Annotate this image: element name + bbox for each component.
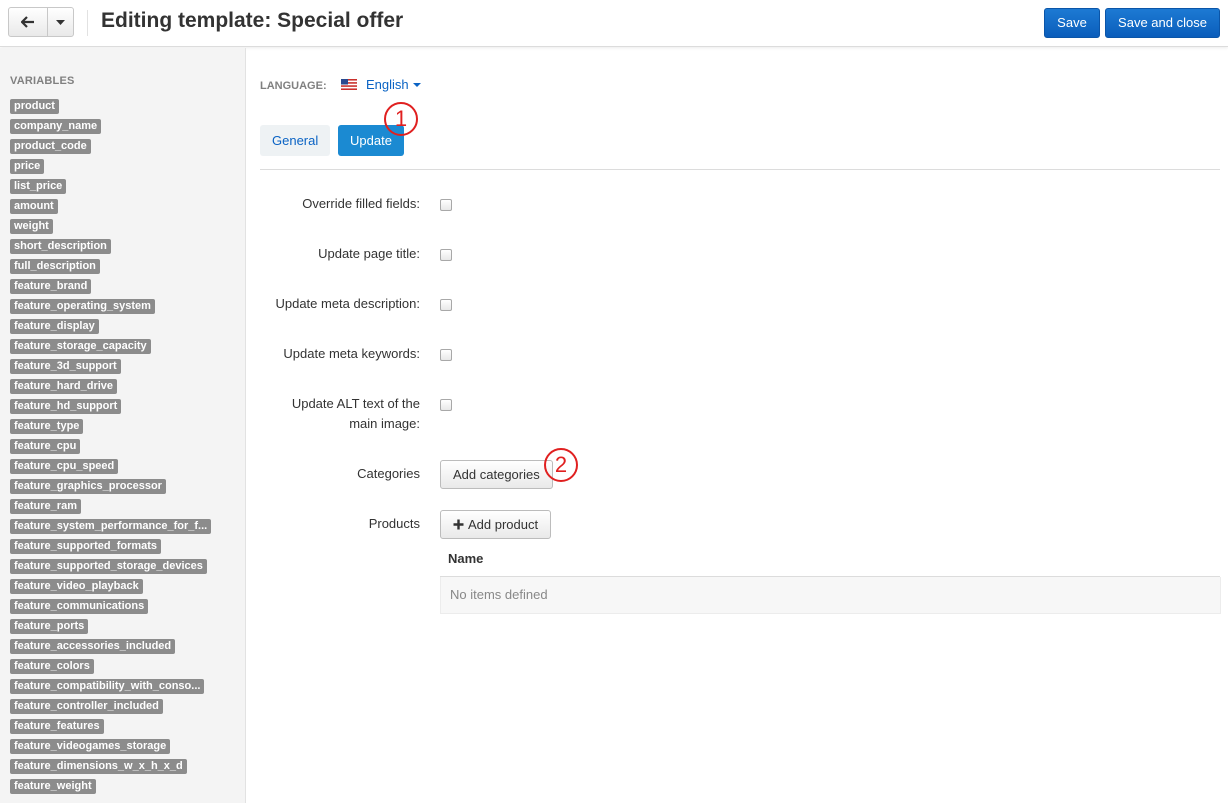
back-button[interactable] bbox=[9, 8, 47, 36]
update-alt-text-checkbox[interactable] bbox=[440, 399, 452, 411]
variable-tag[interactable]: feature_hd_support bbox=[10, 399, 122, 414]
back-button-group bbox=[8, 7, 74, 37]
tab-general[interactable]: General bbox=[260, 125, 331, 156]
variable-tag[interactable]: feature_hard_drive bbox=[10, 379, 118, 394]
add-product-label: Add product bbox=[468, 517, 539, 532]
save-button[interactable]: Save bbox=[1044, 8, 1100, 38]
plus-icon bbox=[453, 519, 464, 530]
update-meta-keywords-checkbox[interactable] bbox=[440, 349, 452, 361]
caret-down-icon bbox=[412, 82, 421, 87]
variable-tag[interactable]: amount bbox=[10, 199, 58, 214]
variable-tag[interactable]: feature_storage_capacity bbox=[10, 339, 151, 354]
variable-tag[interactable]: feature_type bbox=[10, 419, 84, 434]
variable-tag[interactable]: product bbox=[10, 99, 59, 114]
variable-tag[interactable]: feature_cpu bbox=[10, 439, 81, 454]
update-page-title-checkbox[interactable] bbox=[440, 249, 452, 261]
categories-label: Categories bbox=[357, 466, 420, 481]
language-label: LANGUAGE: bbox=[260, 80, 327, 92]
column-name-header: Name bbox=[448, 551, 484, 566]
update-meta-description-checkbox[interactable] bbox=[440, 299, 452, 311]
variable-tag[interactable]: feature_cpu_speed bbox=[10, 459, 119, 474]
annotation-marker-1: 1 bbox=[384, 102, 418, 136]
variables-sidebar: VARIABLES product company_name product_cod… bbox=[0, 48, 246, 803]
back-dropdown-button[interactable] bbox=[47, 8, 73, 36]
language-value: English bbox=[366, 77, 409, 92]
variable-tag[interactable]: feature_accessories_included bbox=[10, 639, 176, 654]
variable-tag[interactable]: feature_videogames_storage bbox=[10, 739, 171, 754]
page-title: Editing template: Special offer bbox=[101, 9, 404, 32]
update-meta-keywords-label: Update meta keywords: bbox=[283, 346, 420, 361]
variables-title: VARIABLES bbox=[10, 75, 75, 87]
variable-tag[interactable]: feature_controller_included bbox=[10, 699, 163, 714]
variable-tag[interactable]: full_description bbox=[10, 259, 100, 274]
variable-tag[interactable]: price bbox=[10, 159, 45, 174]
update-alt-text-line2: main image: bbox=[349, 416, 420, 431]
variable-tag[interactable]: feature_video_playback bbox=[10, 579, 143, 594]
variable-tag[interactable]: feature_3d_support bbox=[10, 359, 121, 374]
variable-tag[interactable]: company_name bbox=[10, 119, 102, 134]
variable-tag[interactable]: weight bbox=[10, 219, 53, 234]
update-page-title-label: Update page title: bbox=[318, 246, 420, 261]
variable-tag[interactable]: feature_supported_storage_devices bbox=[10, 559, 207, 574]
variable-tag[interactable]: feature_communications bbox=[10, 599, 149, 614]
top-toolbar: Editing template: Special offer Save Sav… bbox=[0, 0, 1228, 47]
products-table-header: Name bbox=[440, 540, 1220, 577]
variable-tag[interactable]: feature_ports bbox=[10, 619, 89, 634]
variable-tag[interactable]: list_price bbox=[10, 179, 67, 194]
variable-tag[interactable]: feature_ram bbox=[10, 499, 81, 514]
variable-tag[interactable]: product_code bbox=[10, 139, 91, 154]
annotation-marker-2: 2 bbox=[544, 448, 578, 482]
products-label: Products bbox=[368, 516, 420, 531]
variable-tag[interactable]: feature_brand bbox=[10, 279, 92, 294]
variable-tag[interactable]: feature_display bbox=[10, 319, 99, 334]
caret-down-icon bbox=[56, 19, 65, 25]
variable-tag[interactable]: feature_dimensions_w_x_h_x_d bbox=[10, 759, 187, 774]
save-and-close-button[interactable]: Save and close bbox=[1105, 8, 1220, 38]
update-alt-text-line1: Update ALT text of the bbox=[291, 396, 420, 411]
variable-tag[interactable]: feature_weight bbox=[10, 779, 96, 794]
us-flag-icon bbox=[341, 79, 357, 90]
variable-tag[interactable]: short_description bbox=[10, 239, 111, 254]
variables-list: product company_name product_codeprice list… bbox=[10, 99, 240, 799]
variable-tag[interactable]: feature_graphics_processor bbox=[10, 479, 166, 494]
header-divider bbox=[87, 10, 88, 36]
variable-tag[interactable]: feature_colors bbox=[10, 659, 94, 674]
tabs-divider bbox=[260, 169, 1220, 170]
add-product-button[interactable]: Add product bbox=[440, 510, 552, 539]
arrow-left-icon bbox=[21, 16, 34, 28]
override-filled-checkbox[interactable] bbox=[440, 199, 452, 211]
add-categories-button[interactable]: Add categories bbox=[440, 460, 553, 489]
update-meta-description-label: Update meta description: bbox=[275, 296, 420, 311]
variable-tag[interactable]: feature_operating_system bbox=[10, 299, 155, 314]
variable-tag[interactable]: feature_features bbox=[10, 719, 104, 734]
variable-tag[interactable]: feature_system_performance_for_f... bbox=[10, 519, 212, 534]
variable-tag[interactable]: feature_compatibility_with_conso... bbox=[10, 679, 205, 694]
language-selector[interactable]: English bbox=[341, 77, 421, 92]
variable-tag[interactable]: feature_supported_formats bbox=[10, 539, 162, 554]
override-filled-label: Override filled fields: bbox=[302, 196, 420, 211]
update-alt-text-label: Update ALT text of the main image: bbox=[250, 394, 420, 434]
products-table-empty-row: No items defined bbox=[440, 577, 1221, 614]
